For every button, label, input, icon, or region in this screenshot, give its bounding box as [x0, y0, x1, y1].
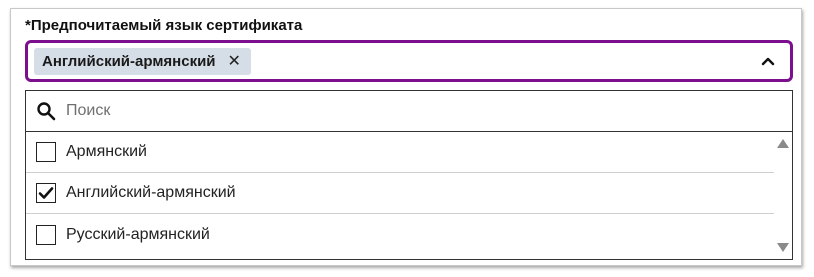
chip-remove-button[interactable]: ✕ — [228, 53, 241, 70]
field-label: *Предпочитаемый язык сертификата — [25, 17, 303, 34]
chevron-up-icon[interactable] — [760, 53, 776, 69]
option-label: Армянский — [66, 143, 147, 160]
scrollbar[interactable] — [774, 132, 792, 259]
checkbox[interactable] — [36, 183, 56, 203]
options-list: Армянский Английский-армянский Русский-а… — [26, 132, 774, 259]
search-icon — [37, 102, 56, 121]
search-row — [26, 91, 792, 132]
checkbox[interactable] — [36, 224, 56, 245]
selected-chip-label: Английский-армянский — [42, 53, 216, 70]
language-select-card: *Предпочитаемый язык сертификата Английс… — [10, 8, 802, 266]
option-russian-armenian[interactable]: Русский-армянский — [26, 214, 774, 255]
option-english-armenian[interactable]: Английский-армянский — [26, 173, 774, 214]
scroll-down-arrow-icon[interactable] — [777, 243, 789, 252]
search-input[interactable] — [66, 97, 766, 125]
dropdown-panel: Армянский Английский-армянский Русский-а… — [25, 90, 793, 260]
checkmark-icon — [38, 187, 54, 199]
checkbox[interactable] — [36, 142, 56, 162]
selected-chip: Английский-армянский ✕ — [34, 48, 251, 75]
option-label: Русский-армянский — [66, 225, 210, 243]
scroll-up-arrow-icon[interactable] — [777, 139, 789, 148]
option-label: Английский-армянский — [66, 184, 236, 201]
option-armenian[interactable]: Армянский — [26, 132, 774, 173]
language-select[interactable]: Английский-армянский ✕ — [25, 40, 793, 82]
